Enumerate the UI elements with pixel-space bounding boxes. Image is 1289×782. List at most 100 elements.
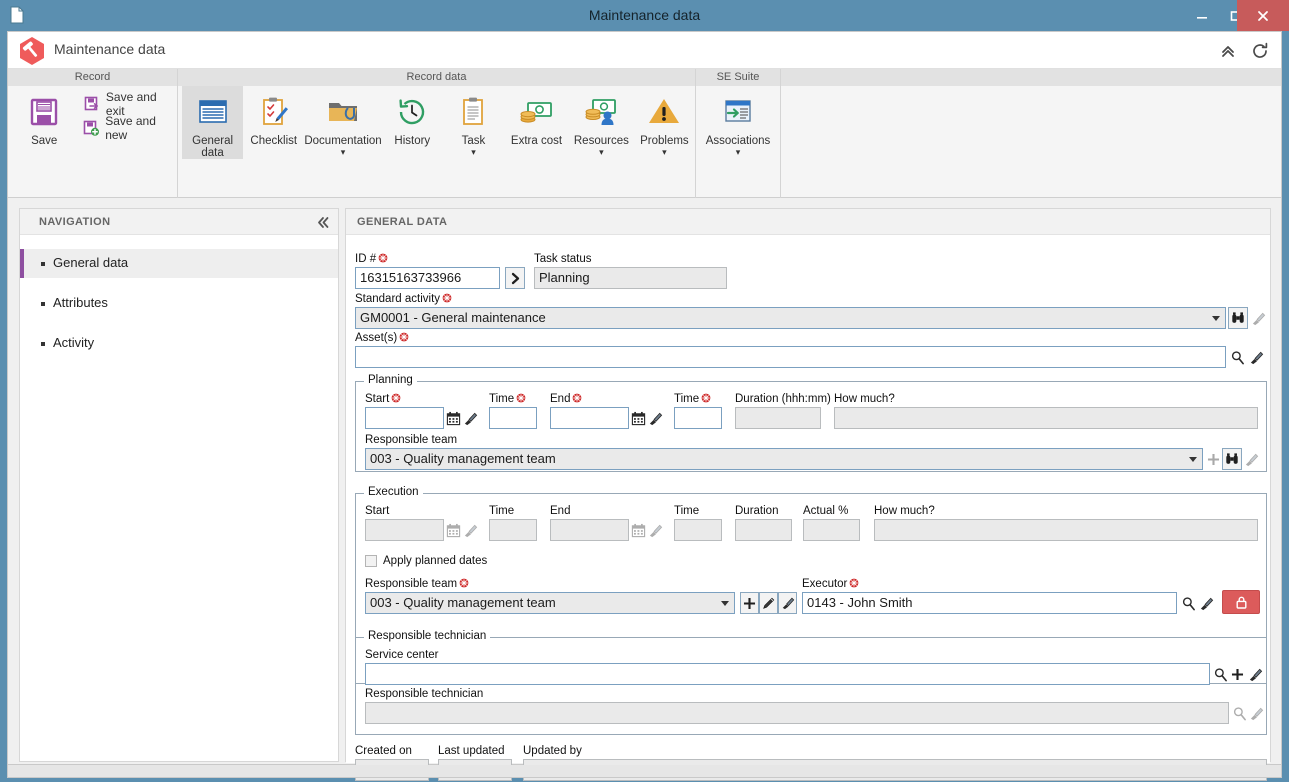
chevron-down-icon[interactable]: ▾ [736, 148, 741, 157]
title-bar: Maintenance data [0, 0, 1289, 31]
service-center-add-button[interactable] [1228, 663, 1246, 685]
execution-responsible-team-label: Responsible team [365, 578, 469, 590]
responsible-technician-input[interactable] [365, 702, 1229, 724]
chevron-down-icon[interactable]: ▾ [599, 148, 604, 157]
planning-responsible-team-clear-button[interactable] [1243, 448, 1260, 470]
refresh-icon[interactable] [1249, 40, 1271, 62]
execution-responsible-team-select[interactable]: 003 - Quality management team [365, 592, 735, 614]
responsible-technician-search-button[interactable] [1230, 702, 1248, 724]
chevron-down-icon[interactable]: ▾ [341, 148, 346, 157]
required-marker-icon [516, 393, 526, 403]
execution-end-time-input[interactable] [674, 519, 722, 541]
task-clipboard-icon [456, 92, 490, 132]
ribbon-button-associations[interactable]: Associations ▾ [696, 86, 780, 157]
execution-start-calendar-button[interactable] [445, 519, 462, 541]
save-button[interactable]: Save [13, 86, 75, 147]
planning-responsible-team-search-button[interactable] [1222, 448, 1242, 470]
service-center-clear-button[interactable] [1246, 663, 1264, 685]
execution-end-input[interactable] [550, 519, 629, 541]
sidebar-item-attributes[interactable]: Attributes [20, 289, 338, 318]
ribbon-button-checklist[interactable]: Checklist [243, 86, 304, 147]
planning-start-clear-button[interactable] [462, 407, 479, 429]
save-and-new-button[interactable]: Save and new [81, 114, 177, 142]
save-and-new-label: Save and new [105, 114, 156, 142]
chevron-double-left-icon[interactable] [313, 213, 331, 231]
execution-end-calendar-button[interactable] [630, 519, 647, 541]
status-bar [7, 765, 1282, 778]
service-center-input[interactable] [365, 663, 1210, 685]
ribbon-button-general-data[interactable]: General data [182, 86, 244, 159]
ribbon-button-task[interactable]: Task ▾ [443, 86, 504, 157]
responsible-technician-clear-button[interactable] [1247, 702, 1265, 724]
apply-planned-dates-checkbox[interactable] [365, 555, 377, 567]
executor-input[interactable]: 0143 - John Smith [802, 592, 1177, 614]
planning-responsible-team-add-button[interactable] [1205, 448, 1222, 470]
history-clock-icon [395, 92, 429, 132]
chevron-down-icon[interactable] [1212, 316, 1220, 321]
assets-search-button[interactable] [1228, 346, 1246, 368]
assets-clear-button[interactable] [1247, 346, 1265, 368]
execution-actual-pct-label: Actual % [803, 505, 849, 517]
sidebar-item-general-data[interactable]: General data [20, 249, 338, 278]
chevron-down-icon[interactable] [1189, 457, 1197, 462]
chevron-down-icon[interactable] [721, 601, 729, 606]
execution-end-clear-button[interactable] [647, 519, 664, 541]
ribbon-group-title: Record data [178, 69, 695, 86]
execution-end-time-label: Time [674, 505, 700, 517]
chevron-down-icon[interactable]: ▾ [471, 148, 476, 157]
assets-input[interactable] [355, 346, 1226, 368]
required-marker-icon [572, 393, 582, 403]
ribbon-button-documentation[interactable]: Documentation ▾ [304, 86, 382, 157]
sidebar-item-activity[interactable]: Activity [20, 329, 338, 358]
bullet-icon [41, 302, 45, 306]
ribbon-group-title-empty [781, 69, 1281, 86]
ribbon-button-label: General data [192, 135, 234, 159]
chevron-down-icon[interactable]: ▾ [662, 148, 667, 157]
execution-responsible-team-add-button[interactable] [740, 592, 759, 614]
planning-how-much-value [834, 407, 1258, 429]
executor-lock-button[interactable] [1222, 590, 1260, 614]
ribbon-group-filler [781, 69, 1281, 199]
executor-label: Executor [802, 578, 859, 590]
documentation-folder-icon [326, 92, 360, 132]
id-input[interactable]: 16315163733966 [355, 267, 500, 289]
planning-end-calendar-button[interactable] [630, 407, 647, 429]
required-marker-icon [442, 293, 452, 303]
planning-start-input[interactable] [365, 407, 444, 429]
planning-responsible-team-select[interactable]: 003 - Quality management team [365, 448, 1203, 470]
ribbon-button-history[interactable]: History [382, 86, 443, 147]
required-marker-icon [701, 393, 711, 403]
task-status-label: Task status [534, 253, 592, 265]
planning-start-label: Start [365, 393, 401, 405]
execution-start-input[interactable] [365, 519, 444, 541]
planning-start-time-input[interactable] [489, 407, 537, 429]
updated-by-label: Updated by [523, 745, 582, 757]
execution-responsible-team-edit-button[interactable] [759, 592, 778, 614]
planning-start-calendar-button[interactable] [445, 407, 462, 429]
chevron-double-up-icon[interactable] [1217, 40, 1239, 62]
planning-responsible-team-value: 003 - Quality management team [370, 451, 556, 466]
execution-responsible-team-clear-button[interactable] [778, 592, 797, 614]
close-button[interactable] [1237, 0, 1289, 31]
execution-start-time-input[interactable] [489, 519, 537, 541]
planning-end-time-input[interactable] [674, 407, 722, 429]
planning-legend: Planning [364, 374, 417, 386]
execution-start-clear-button[interactable] [462, 519, 479, 541]
planning-end-input[interactable] [550, 407, 629, 429]
ribbon-button-extra-cost[interactable]: Extra cost [504, 86, 569, 147]
ribbon-button-resources[interactable]: Resources ▾ [569, 86, 634, 157]
form-body: ID # 16315163733966 Task status Planning… [346, 236, 1270, 781]
executor-search-button[interactable] [1179, 592, 1197, 614]
required-marker-icon [459, 578, 469, 588]
service-center-search-button[interactable] [1211, 663, 1229, 685]
ribbon-button-problems[interactable]: Problems ▾ [634, 86, 695, 157]
standard-activity-clear-button[interactable] [1249, 307, 1267, 329]
apply-planned-dates-label: Apply planned dates [383, 555, 488, 567]
standard-activity-select[interactable]: GM0001 - General maintenance [355, 307, 1226, 329]
save-and-exit-button[interactable]: Save and exit [81, 90, 177, 118]
standard-activity-search-button[interactable] [1228, 307, 1248, 329]
planning-end-clear-button[interactable] [647, 407, 664, 429]
content-area: NAVIGATION General data Attributes Activ… [8, 198, 1281, 781]
executor-clear-button[interactable] [1197, 592, 1215, 614]
id-go-button[interactable] [505, 267, 525, 289]
